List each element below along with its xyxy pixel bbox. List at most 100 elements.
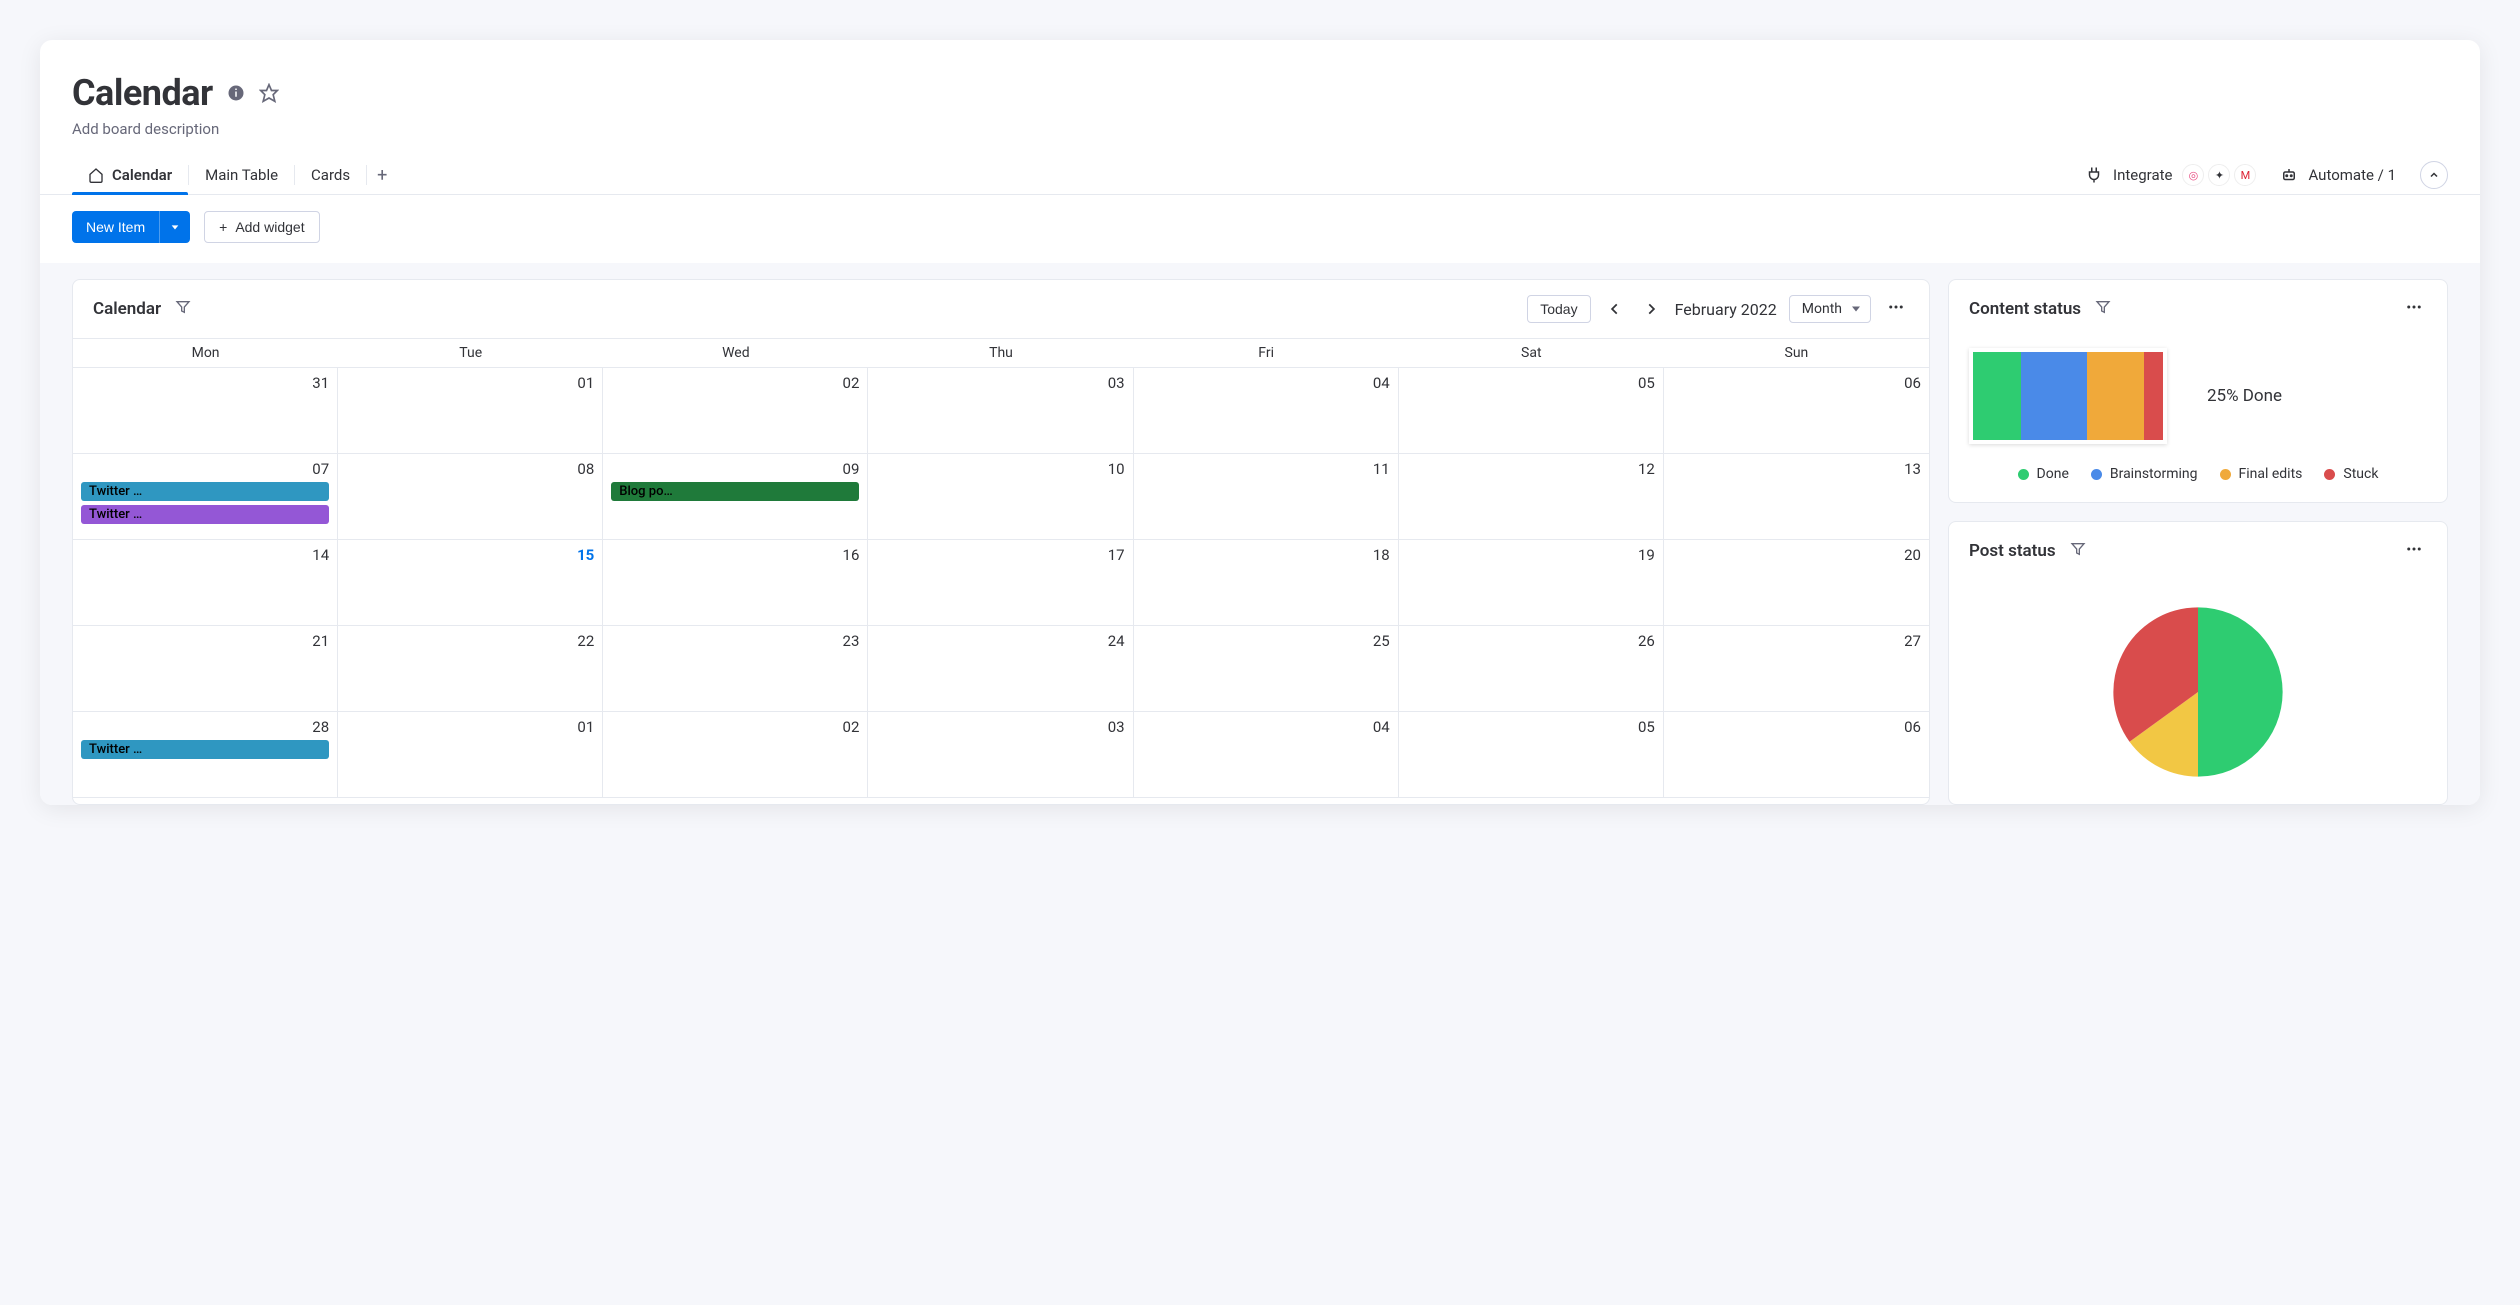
calendar-cell[interactable]: 05 [1399, 712, 1664, 798]
chevron-right-icon [1644, 302, 1658, 316]
content-status-panel: Content status 25% Done [1948, 279, 2448, 503]
dots-horizontal-icon [2405, 298, 2423, 316]
collapse-header-button[interactable] [2420, 161, 2448, 189]
calendar-event[interactable]: Blog po… [611, 482, 859, 501]
calendar-cell[interactable]: 02 [603, 712, 868, 798]
plug-icon [2085, 166, 2103, 184]
calendar-cell[interactable]: 27 [1664, 626, 1929, 712]
tab-main-table[interactable]: Main Table [189, 156, 294, 194]
cell-date: 25 [1142, 632, 1390, 650]
calendar-cell[interactable]: 05 [1399, 368, 1664, 454]
cell-date: 06 [1672, 718, 1921, 736]
legend-item: Done [2018, 466, 2069, 482]
add-widget-button[interactable]: + Add widget [204, 211, 319, 243]
calendar-cell[interactable]: 22 [338, 626, 603, 712]
cell-date: 05 [1407, 374, 1655, 392]
calendar-cell[interactable]: 26 [1399, 626, 1664, 712]
cell-date: 15 [346, 546, 594, 564]
today-button[interactable]: Today [1527, 295, 1590, 323]
filter-icon[interactable] [2070, 541, 2086, 561]
calendar-cell[interactable]: 31 [73, 368, 338, 454]
calendar-cell[interactable]: 11 [1134, 454, 1399, 540]
calendar-cell[interactable]: 02 [603, 368, 868, 454]
calendar-event[interactable]: Twitter … [81, 505, 329, 524]
info-icon[interactable] [227, 84, 245, 102]
calendar-cell[interactable]: 16 [603, 540, 868, 626]
pie-slice [2198, 607, 2283, 776]
tab-cards[interactable]: Cards [295, 156, 366, 194]
cell-date: 01 [346, 374, 594, 392]
integration-icon-2: ✦ [2208, 164, 2230, 186]
plus-icon: + [219, 219, 227, 235]
calendar-event[interactable]: Twitter … [81, 482, 329, 501]
new-item-dropdown[interactable] [159, 211, 190, 243]
integration-icon-3: M [2234, 164, 2256, 186]
calendar-panel-header: Calendar Today February 2022 Month [73, 280, 1929, 338]
tab-label: Calendar [112, 166, 172, 184]
calendar-cell[interactable]: 06 [1664, 368, 1929, 454]
add-tab-button[interactable]: + [367, 159, 397, 192]
calendar-more-button[interactable] [1883, 294, 1909, 324]
calendar-cell[interactable]: 03 [868, 368, 1133, 454]
cell-date: 28 [81, 718, 329, 736]
tab-calendar[interactable]: Calendar [72, 156, 188, 194]
content-status-chart[interactable] [1969, 348, 2167, 444]
cell-date: 12 [1407, 460, 1655, 478]
integrate-button[interactable]: Integrate ◎ ✦ M [2085, 164, 2256, 186]
calendar-cell[interactable]: 10 [868, 454, 1133, 540]
board-title: Calendar [72, 72, 213, 114]
calendar-cell[interactable]: 25 [1134, 626, 1399, 712]
legend-dot [2018, 469, 2029, 480]
weekday-header: Sat [1399, 339, 1664, 367]
weekday-header: Wed [603, 339, 868, 367]
calendar-cell[interactable]: 06 [1664, 712, 1929, 798]
board-description[interactable]: Add board description [72, 120, 2448, 138]
post-status-chart[interactable] [2106, 600, 2290, 784]
view-select[interactable]: Month [1789, 295, 1871, 323]
automate-button[interactable]: Automate / 1 [2280, 166, 2396, 184]
calendar-cell[interactable]: 24 [868, 626, 1133, 712]
calendar-cell[interactable]: 09Blog po… [603, 454, 868, 540]
calendar-weekday-row: MonTueWedThuFriSatSun [73, 338, 1929, 367]
stack-segment [2144, 352, 2163, 440]
weekday-header: Thu [868, 339, 1133, 367]
integration-icon-1: ◎ [2182, 164, 2204, 186]
prev-month-button[interactable] [1603, 297, 1627, 321]
calendar-cell[interactable]: 08 [338, 454, 603, 540]
calendar-cell[interactable]: 17 [868, 540, 1133, 626]
calendar-cell[interactable]: 19 [1399, 540, 1664, 626]
cell-date: 05 [1407, 718, 1655, 736]
calendar-cell[interactable]: 14 [73, 540, 338, 626]
calendar-cell[interactable]: 23 [603, 626, 868, 712]
calendar-cell[interactable]: 12 [1399, 454, 1664, 540]
legend-label: Stuck [2343, 466, 2378, 482]
calendar-cell[interactable]: 15 [338, 540, 603, 626]
calendar-cell[interactable]: 07Twitter …Twitter … [73, 454, 338, 540]
calendar-cell[interactable]: 20 [1664, 540, 1929, 626]
calendar-cell[interactable]: 01 [338, 368, 603, 454]
calendar-cell[interactable]: 03 [868, 712, 1133, 798]
content-status-more-button[interactable] [2401, 294, 2427, 324]
chevron-up-icon [2428, 169, 2440, 181]
calendar-cell[interactable]: 04 [1134, 368, 1399, 454]
calendar-cell[interactable]: 18 [1134, 540, 1399, 626]
new-item-button[interactable]: New Item [72, 211, 159, 243]
post-status-more-button[interactable] [2401, 536, 2427, 566]
calendar-cell[interactable]: 28 Twitter … [73, 712, 338, 798]
stack-segment [2087, 352, 2144, 440]
star-icon[interactable] [259, 83, 279, 103]
filter-icon[interactable] [2095, 299, 2111, 319]
cell-date: 02 [611, 374, 859, 392]
calendar-cell[interactable]: 04 [1134, 712, 1399, 798]
calendar-cell[interactable]: 01 [338, 712, 603, 798]
filter-icon[interactable] [175, 299, 191, 319]
calendar-event[interactable]: Twitter … [81, 740, 329, 759]
cell-date: 16 [611, 546, 859, 564]
tab-label: Main Table [205, 166, 278, 184]
next-month-button[interactable] [1639, 297, 1663, 321]
calendar-cell[interactable]: 13 [1664, 454, 1929, 540]
integrate-label: Integrate [2113, 166, 2172, 184]
cell-date: 01 [346, 718, 594, 736]
calendar-cell[interactable]: 21 [73, 626, 338, 712]
add-widget-label: Add widget [235, 219, 304, 235]
